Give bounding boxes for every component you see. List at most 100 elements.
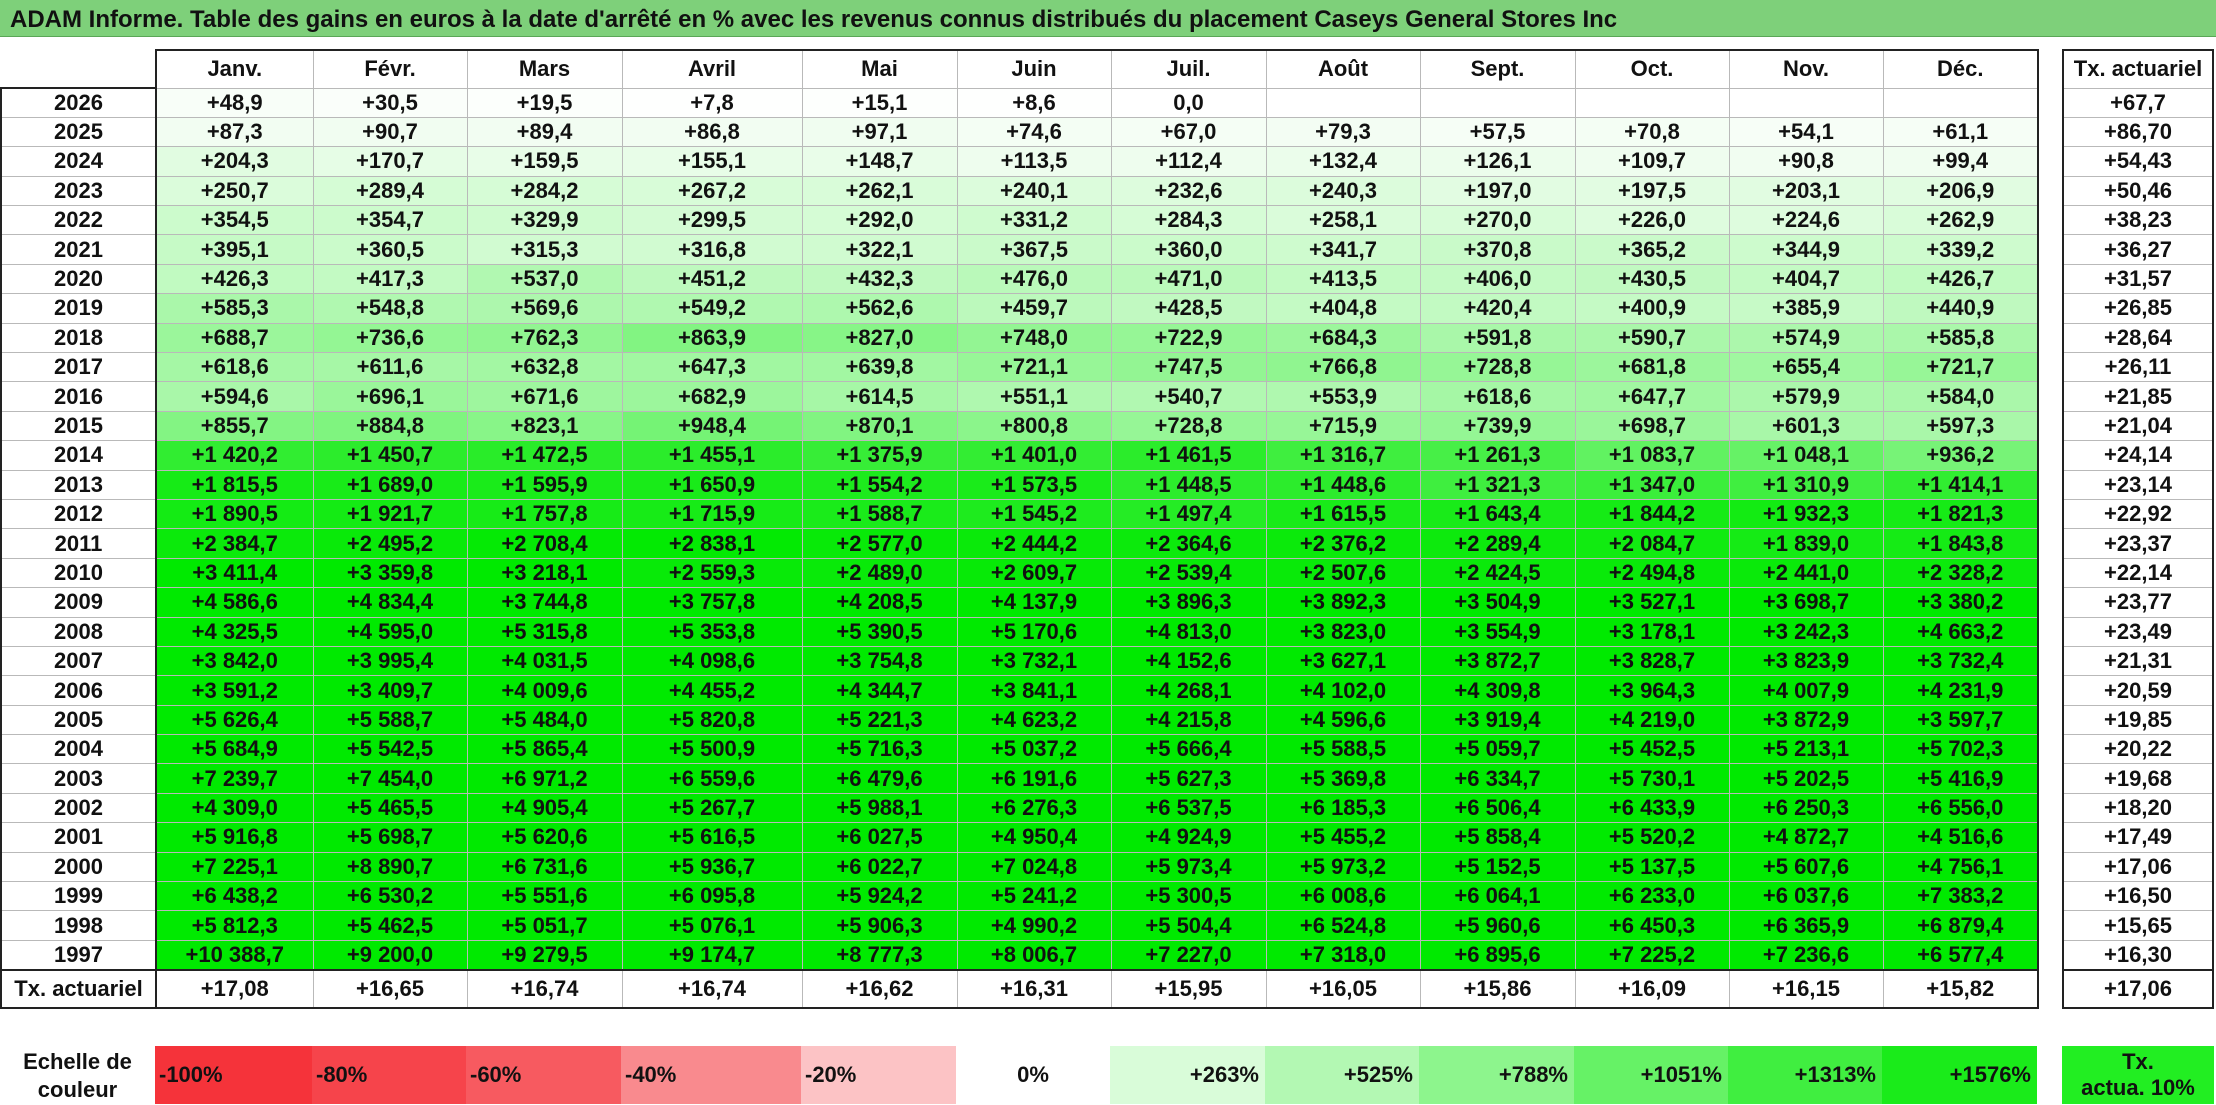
gain-cell: +5 936,7 xyxy=(621,851,803,883)
gain-cell: +584,0 xyxy=(1882,381,2039,412)
actuarial-total-row: +17,06 xyxy=(2062,968,2214,1009)
gain-cell: +5 455,2 xyxy=(1265,822,1421,853)
gain-cell: +3 218,1 xyxy=(466,557,623,589)
gain-cell: +159,5 xyxy=(466,146,623,177)
gain-cell: +3 591,2 xyxy=(155,675,314,706)
gain-cell: +4 007,9 xyxy=(1728,675,1884,706)
gain-cell: +3 995,4 xyxy=(312,645,468,677)
gain-cell: +5 973,2 xyxy=(1265,851,1421,883)
gain-cell: +54,1 xyxy=(1728,116,1884,148)
actuarial-row: +28,64 xyxy=(2062,322,2214,354)
gain-cell: +5 858,4 xyxy=(1419,822,1576,853)
gain-cell: +3 732,1 xyxy=(956,645,1112,677)
gain-cell: +739,9 xyxy=(1419,410,1576,442)
table-row: 2019 +585,3 +548,8 +569,6 +549,2 +562,6 +459,7… xyxy=(0,293,2039,324)
gain-cell: +614,5 xyxy=(801,381,958,412)
gain-cell: +6 479,6 xyxy=(801,763,958,794)
gain-cell: +855,7 xyxy=(155,410,314,442)
table-row: 2010 +3 411,4 +3 359,8 +3 218,1 +2 559,3 +2 4… xyxy=(0,557,2039,589)
gain-cell: +884,8 xyxy=(312,410,468,442)
gain-cell: +3 409,7 xyxy=(312,675,468,706)
gain-cell: +1 588,7 xyxy=(801,498,958,530)
gain-cell: +569,6 xyxy=(466,293,623,324)
actuarial-row: +20,22 xyxy=(2062,734,2214,765)
actuarial-rate-cell: +38,23 xyxy=(2062,205,2214,236)
gain-cell: +747,5 xyxy=(1110,352,1267,383)
gain-cell: +1 375,9 xyxy=(801,440,958,471)
gain-cell: +698,7 xyxy=(1574,410,1730,442)
gain-cell: +267,2 xyxy=(621,175,803,207)
gain-cell: +292,0 xyxy=(801,205,958,236)
color-scale-swatch: -100% xyxy=(155,1046,312,1104)
actuarial-rate-cell: +28,64 xyxy=(2062,322,2214,354)
gain-cell: +5 626,4 xyxy=(155,704,314,736)
gain-cell: +365,2 xyxy=(1574,234,1730,265)
gain-cell: +6 433,9 xyxy=(1574,792,1730,824)
gain-cell: +5 504,4 xyxy=(1110,910,1267,941)
gain-cell: +112,4 xyxy=(1110,146,1267,177)
actuarial-row: +86,70 xyxy=(2062,116,2214,148)
gain-cell: +5 300,5 xyxy=(1110,881,1267,912)
gain-cell: +354,5 xyxy=(155,205,314,236)
actuarial-row: +24,14 xyxy=(2062,440,2214,471)
gain-cell: +5 812,3 xyxy=(155,910,314,941)
color-scale-swatch: +788% xyxy=(1419,1046,1574,1104)
month-header-2: Févr. xyxy=(312,49,468,89)
row-year: 2017 xyxy=(0,352,157,383)
gain-cell: +5 241,2 xyxy=(956,881,1112,912)
gain-cell: +360,0 xyxy=(1110,234,1267,265)
month-header-10: Oct. xyxy=(1574,49,1730,89)
actuarial-row: +23,49 xyxy=(2062,616,2214,647)
gain-cell: +5 390,5 xyxy=(801,616,958,647)
gain-cell: +6 185,3 xyxy=(1265,792,1421,824)
gain-cell: +681,8 xyxy=(1574,352,1730,383)
gain-cell: +6 250,3 xyxy=(1728,792,1884,824)
gain-cell: +3 380,2 xyxy=(1882,587,2039,618)
row-year: 2014 xyxy=(0,440,157,471)
row-year: 2018 xyxy=(0,322,157,354)
gain-cell: +89,4 xyxy=(466,116,623,148)
gain-cell: +4 219,0 xyxy=(1574,704,1730,736)
actuarial-rate-cell: +22,92 xyxy=(2062,498,2214,530)
table-row: 1997 +10 388,7 +9 200,0 +9 279,5 +9 174,7 +8 … xyxy=(0,939,2039,971)
table-row: 2013 +1 815,5 +1 689,0 +1 595,9 +1 650,9 +1 5… xyxy=(0,469,2039,500)
gain-cell: +8 890,7 xyxy=(312,851,468,883)
gain-cell: +430,5 xyxy=(1574,263,1730,295)
table-row: 1998 +5 812,3 +5 462,5 +5 051,7 +5 076,1 +5 9… xyxy=(0,910,2039,941)
row-year: 2019 xyxy=(0,293,157,324)
gain-cell: 0,0 xyxy=(1110,87,1267,118)
actuarial-rate-swatch: Tx. actua. 10% xyxy=(2062,1046,2214,1104)
gain-cell: +1 595,9 xyxy=(466,469,623,500)
actuarial-rate-header: Tx. actuariel xyxy=(2062,49,2214,89)
gain-cell: +113,5 xyxy=(956,146,1112,177)
gain-cell xyxy=(1265,87,1421,118)
color-scale-swatch: -80% xyxy=(312,1046,466,1104)
gain-cell: +3 757,8 xyxy=(621,587,803,618)
gain-cell: +3 828,7 xyxy=(1574,645,1730,677)
gain-cell: +67,0 xyxy=(1110,116,1267,148)
gain-cell: +4 231,9 xyxy=(1882,675,2039,706)
gain-cell: +15,1 xyxy=(801,87,958,118)
gain-cell: +1 448,5 xyxy=(1110,469,1267,500)
gain-cell: +5 684,9 xyxy=(155,734,314,765)
gain-cell: +1 689,0 xyxy=(312,469,468,500)
gain-cell: +250,7 xyxy=(155,175,314,207)
gain-cell: +203,1 xyxy=(1728,175,1884,207)
gain-cell: +90,7 xyxy=(312,116,468,148)
actuarial-row: +26,11 xyxy=(2062,352,2214,383)
gain-cell: +5 906,3 xyxy=(801,910,958,941)
gain-cell: +4 990,2 xyxy=(956,910,1112,941)
gain-cell: +3 823,0 xyxy=(1265,616,1421,647)
gain-cell: +7 239,7 xyxy=(155,763,314,794)
gain-cell: +4 031,5 xyxy=(466,645,623,677)
gain-cell: +284,3 xyxy=(1110,205,1267,236)
gain-cell: +4 309,0 xyxy=(155,792,314,824)
gain-cell: +4 009,6 xyxy=(466,675,623,706)
table-row: 2017 +618,6 +611,6 +632,8 +647,3 +639,8 +721,1… xyxy=(0,352,2039,383)
gain-cell: +721,1 xyxy=(956,352,1112,383)
gain-cell: +682,9 xyxy=(621,381,803,412)
gain-cell: +5 973,4 xyxy=(1110,851,1267,883)
gain-cell: +1 450,7 xyxy=(312,440,468,471)
actuarial-rate-cell: +20,59 xyxy=(2062,675,2214,706)
gain-cell: +6 556,0 xyxy=(1882,792,2039,824)
